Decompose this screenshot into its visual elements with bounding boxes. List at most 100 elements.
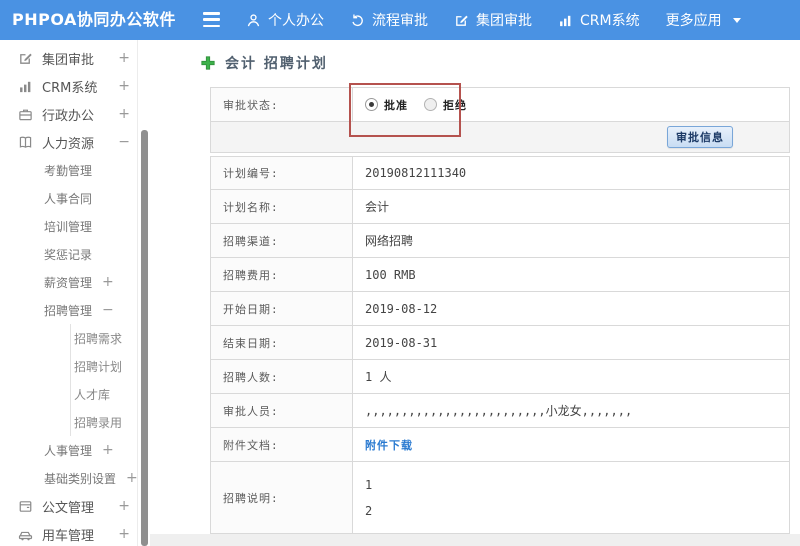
car-icon [18,527,33,542]
sidebar-item[interactable]: 人事管理 + [0,436,150,464]
user-icon [246,13,261,28]
sidebar-item[interactable]: 人力资源 − [0,128,150,156]
approval-info-button[interactable]: 审批信息 [667,126,733,148]
topnav-item[interactable]: CRM系统 [558,10,640,30]
sidebar-menu: 集团审批 + CRM系统 + 行政办公 + 人力资源 − 考勤管理 人事合同 培训管理 奖惩记录 薪资管… [0,40,150,546]
sidebar-item-label: 考勤管理 [44,163,93,178]
field-row: 计划编号: 20190812111340 [210,156,790,190]
sidebar-item-label: 公文管理 [42,500,95,516]
book-icon [18,135,33,150]
sidebar-item[interactable]: 招聘计划 [0,352,150,380]
field-label: 招聘说明: [211,462,353,533]
radio-option[interactable]: 拒绝 [424,97,467,113]
sidebar-item-label: 培训管理 [44,219,93,234]
sidebar-item[interactable]: 人事合同 [0,184,150,212]
field-row: 开始日期: 2019-08-12 [210,292,790,326]
field-label: 招聘费用: [211,258,353,291]
sidebar-item[interactable]: 人才库 [0,380,150,408]
sidebar-item-label: 招聘计划 [74,359,123,374]
sidebar-item[interactable]: 奖惩记录 [0,240,150,268]
sidebar-item-label: CRM系统 [42,80,98,96]
radio-selected-icon[interactable] [365,98,378,111]
minus-icon[interactable]: − [118,134,130,150]
bar-chart-icon [558,13,573,28]
caret-down-icon [732,18,741,27]
plus-icon[interactable]: + [126,470,138,486]
edit-square-icon [18,51,33,66]
sidebar-item[interactable]: 行政办公 + [0,100,150,128]
field-label: 附件文档: [211,428,353,461]
sidebar-item-label: 用车管理 [42,528,95,544]
radio-unselected-icon[interactable] [424,98,437,111]
process-icon [350,13,365,28]
plus-icon[interactable]: + [102,274,114,290]
plus-icon[interactable]: + [102,442,114,458]
minus-icon[interactable]: − [102,302,114,318]
field-row: 附件文档: 附件下载 [210,428,790,462]
sidebar-item-label: 集团审批 [42,52,95,68]
topnav-item-label: 更多应用 [665,13,722,29]
status-row: 审批状态: 批准 拒绝 [210,87,790,122]
sidebar-item[interactable]: 薪资管理 + [0,268,150,296]
plus-icon[interactable]: + [118,106,130,122]
sidebar-item-label: 招聘管理 [44,303,93,318]
sidebar-item-label: 薪资管理 [44,275,93,290]
sidebar-item[interactable]: CRM系统 + [0,72,150,100]
sidebar-item[interactable]: 公文管理 + [0,492,150,520]
sidebar-item-label: 招聘录用 [74,415,123,430]
radio-group: 批准 拒绝 [353,88,789,121]
sidebar-item-label: 基础类别设置 [44,471,117,486]
app-logo: PHPOA协同办公软件 [12,10,176,29]
sidebar-item[interactable]: 集团审批 + [0,44,150,72]
field-value: 20190812111340 [365,166,467,180]
field-label: 招聘渠道: [211,224,353,257]
plus-icon[interactable]: + [118,50,130,66]
description-line: 1 [365,477,373,492]
sidebar-divider [137,40,138,546]
field-row: 招聘人数: 1 人 [210,360,790,394]
plus-icon[interactable]: + [118,78,130,94]
field-label: 审批状态: [211,88,353,121]
field-row: 结束日期: 2019-08-31 [210,326,790,360]
add-icon [200,55,216,71]
sidebar-item[interactable]: 考勤管理 [0,156,150,184]
sidebar-item[interactable]: 招聘录用 [0,408,150,436]
topnav-item-label: 集团审批 [476,13,532,29]
attachment-download-link[interactable]: 附件下载 [365,437,413,453]
sidebar-item[interactable]: 基础类别设置 + [0,464,150,492]
field-value: 1 人 [365,370,392,384]
detail-table: 计划编号: 20190812111340 计划名称: 会计 招聘渠道: 网络招聘 招聘费用:… [210,156,790,534]
topnav-item-label: CRM系统 [580,13,640,29]
sidebar-item[interactable]: 招聘需求 [0,324,150,352]
field-row: 计划名称: 会计 [210,190,790,224]
field-row: 审批人员: ,,,,,,,,,,,,,,,,,,,,,,,,,小龙女,,,,,,, [210,394,790,428]
sidebar-item-label: 行政办公 [42,108,95,124]
field-value: 2019-08-12 [365,301,438,316]
topnav-item[interactable]: 流程审批 [350,10,428,30]
sidebar-item[interactable]: 用车管理 + [0,520,150,546]
field-row: 招聘渠道: 网络招聘 [210,224,790,258]
radio-label: 拒绝 [443,98,467,112]
field-value: ,,,,,,,,,,,,,,,,,,,,,,,,,小龙女,,,,,,, [365,404,633,418]
plus-icon[interactable]: + [118,498,130,514]
field-value: 2019-08-31 [365,335,438,350]
field-row: 招聘费用: 100 RMB [210,258,790,292]
page-title-row: 会计 招聘计划 [200,53,328,73]
field-value: 会计 [365,200,390,214]
menu-toggle-button[interactable] [203,12,220,27]
sidebar-item[interactable]: 招聘管理 − [0,296,150,324]
topbar: PHPOA协同办公软件 个人办公 流程审批 集团审批 CRM系统 更多应用 [0,0,800,40]
sidebar-scrollbar[interactable] [141,130,148,546]
sidebar-item[interactable]: 培训管理 [0,212,150,240]
topnav-item[interactable]: 更多应用 [666,10,741,30]
topnav-item[interactable]: 集团审批 [454,10,532,30]
sidebar-item-label: 招聘需求 [74,331,123,346]
field-value: 100 RMB [365,267,416,282]
radio-option[interactable]: 批准 [365,97,408,113]
topnav-item[interactable]: 个人办公 [246,10,324,30]
sidebar-item-label: 人才库 [74,387,111,402]
field-value: 附件下载 [353,428,789,461]
field-value: 12 [353,462,789,533]
document-icon [18,499,33,514]
plus-icon[interactable]: + [118,526,130,542]
